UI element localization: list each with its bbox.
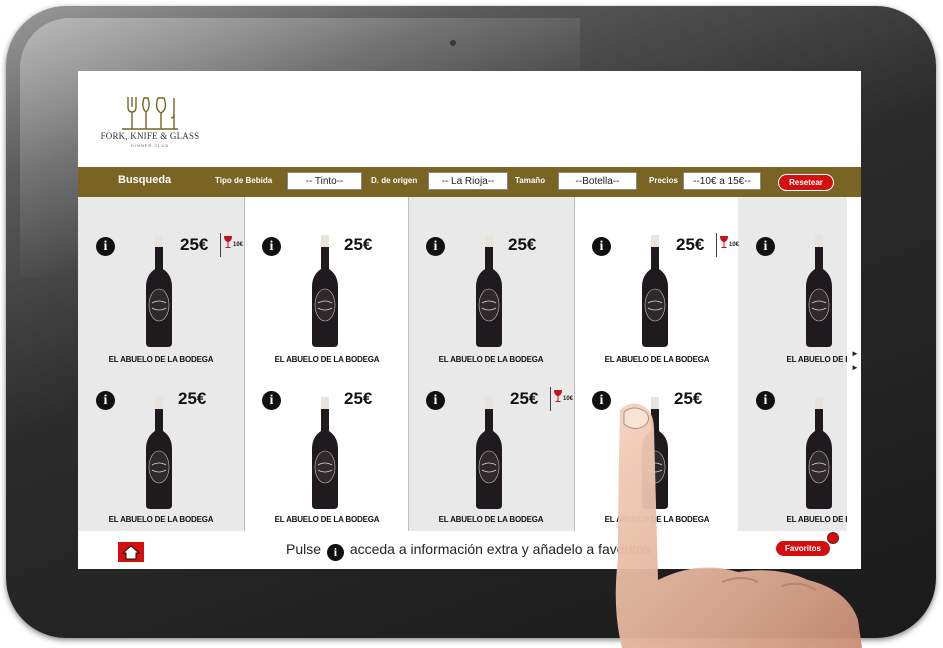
- glass-price: 10€: [563, 396, 574, 402]
- wine-bottle-image: [312, 397, 338, 509]
- glass-price-badge: 10€: [550, 387, 577, 411]
- reset-button[interactable]: Resetear: [778, 174, 834, 191]
- size-select[interactable]: --Botella--: [558, 172, 637, 190]
- product-name: EL ABUELO DE LA BODEGA: [108, 515, 214, 524]
- app-screen: FORK, KNIFE & GLASS DINNER CLUB Busqueda…: [78, 71, 861, 569]
- product-name: EL ABUELO DE LA BODEGA: [604, 515, 710, 524]
- info-icon[interactable]: i: [592, 237, 611, 256]
- product-card[interactable]: i 25€ EL ABUELO DE LA BODEGA: [78, 355, 244, 524]
- info-icon[interactable]: i: [592, 391, 611, 410]
- hint-text-start: Pulse: [286, 541, 322, 557]
- product-card[interactable]: i EL ABUELO DE LA: [738, 355, 861, 524]
- bottle-price: 25€: [344, 235, 373, 254]
- info-icon[interactable]: i: [756, 391, 775, 410]
- glass-price-badge: 10€: [220, 233, 247, 257]
- bottle-price: 25€: [178, 389, 207, 408]
- product-card[interactable]: i 25€ 10€ EL ABUELO DE LA BODEGA: [78, 205, 247, 364]
- brand-tagline: DINNER CLUB: [130, 143, 170, 148]
- product-card[interactable]: i 25€ EL ABUELO DE LA BODEGA: [574, 355, 740, 524]
- wine-bottle-image: [146, 397, 172, 509]
- product-card[interactable]: i 25€ EL ABUELO DE LA BODEGA: [244, 355, 410, 524]
- drink-type-select[interactable]: -- Tinto--: [287, 172, 362, 190]
- wine-bottle-image: [146, 235, 172, 347]
- home-icon[interactable]: [118, 542, 144, 562]
- bottle-price: 25€: [510, 389, 539, 408]
- drink-type-label: Tipo de Bebida: [215, 176, 273, 185]
- bottle-price: 25€: [180, 235, 209, 254]
- bottle-price: 25€: [674, 389, 703, 408]
- footer-hint: Pulse i acceda a información extra y aña…: [286, 541, 651, 561]
- glass-price: 10€: [233, 242, 244, 248]
- search-title: Busqueda: [118, 174, 172, 186]
- info-icon[interactable]: i: [96, 391, 115, 410]
- info-icon[interactable]: i: [262, 237, 281, 256]
- wine-bottle-image: [476, 397, 502, 509]
- product-card[interactable]: i 25€ EL ABUELO DE LA BODEGA: [408, 205, 574, 364]
- price-select[interactable]: --10€ a 15€--: [683, 172, 761, 190]
- arrow-right-icon[interactable]: ►: [851, 363, 859, 372]
- wine-glass-icon: [224, 236, 232, 248]
- filter-toolbar: Busqueda Tipo de Bebida -- Tinto-- D. de…: [78, 167, 861, 197]
- hint-text-end: acceda a información extra y añadelo a f…: [349, 541, 651, 557]
- info-icon[interactable]: i: [756, 237, 775, 256]
- origin-label: D. de origen: [371, 176, 418, 185]
- carousel-nav: ► ►: [847, 197, 861, 531]
- wine-bottle-image: [642, 235, 668, 347]
- bottle-price: 25€: [676, 235, 705, 254]
- info-icon[interactable]: i: [426, 391, 445, 410]
- info-icon[interactable]: i: [426, 237, 445, 256]
- product-card[interactable]: i EL ABUELO DE LA: [738, 205, 861, 364]
- wine-bottle-image: [806, 397, 832, 509]
- product-name: EL ABUELO DE LA: [786, 515, 856, 524]
- bottle-price: 25€: [344, 389, 373, 408]
- info-icon[interactable]: i: [262, 391, 281, 410]
- brand-name: FORK, KNIFE & GLASS: [100, 131, 200, 141]
- bottle-price: 25€: [508, 235, 537, 254]
- wine-glass-icon: [554, 390, 562, 402]
- product-name: EL ABUELO DE LA BODEGA: [438, 515, 544, 524]
- product-card[interactable]: i 25€ 10€ EL ABUELO DE LA BODEGA: [408, 355, 577, 524]
- info-icon[interactable]: i: [96, 237, 115, 256]
- wine-bottle-image: [476, 235, 502, 347]
- info-icon: i: [326, 544, 344, 561]
- origin-select[interactable]: -- La Rioja--: [428, 172, 508, 190]
- wine-bottle-image: [806, 235, 832, 347]
- wine-bottle-image: [642, 397, 668, 509]
- cutlery-glass-icon: [122, 97, 178, 130]
- product-name: EL ABUELO DE LA BODEGA: [274, 515, 380, 524]
- favorites-badge: [827, 532, 839, 544]
- product-card[interactable]: i 25€ 10€ EL ABUELO DE LA BODEGA: [574, 205, 740, 364]
- favorites-button[interactable]: Favoritos: [776, 541, 830, 556]
- product-grid: i 25€ 10€ EL ABUELO DE LA BODEGA i 25€ EL …: [78, 197, 861, 531]
- size-label: Tamaño: [515, 176, 546, 185]
- camera-icon: [450, 40, 456, 46]
- wine-bottle-image: [312, 235, 338, 347]
- footer-bar: Pulse i acceda a información extra y aña…: [78, 531, 861, 569]
- price-label: Precios: [649, 176, 678, 185]
- brand-logo: FORK, KNIFE & GLASS DINNER CLUB: [100, 95, 200, 155]
- product-card[interactable]: i 25€ EL ABUELO DE LA BODEGA: [244, 205, 410, 364]
- wine-glass-icon: [720, 236, 728, 248]
- arrow-right-icon[interactable]: ►: [851, 349, 859, 358]
